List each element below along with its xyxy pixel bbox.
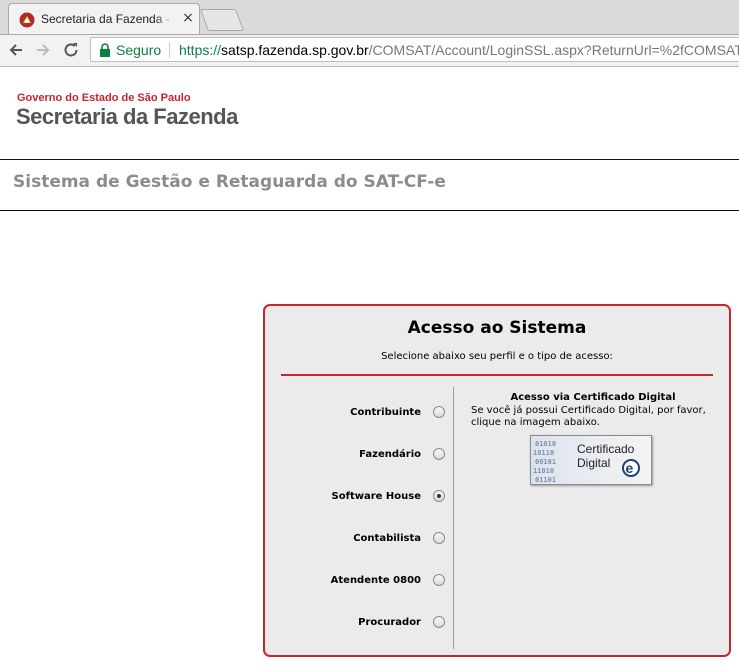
url-path: /COMSAT/Account/LoginSSL.aspx?ReturnUrl=… <box>368 42 739 58</box>
address-bar[interactable]: Seguro https://satsp.fazenda.sp.gov.br/C… <box>90 37 739 62</box>
profile-label: Contabilista <box>353 533 421 544</box>
certificate-description: Se você já possui Certificado Digital, p… <box>471 405 706 428</box>
url-host: satsp.fazenda.sp.gov.br <box>221 42 369 58</box>
browser-toolbar: Seguro https://satsp.fazenda.sp.gov.br/C… <box>0 35 739 67</box>
login-title: Acesso ao Sistema <box>407 318 587 338</box>
header-divider-top <box>0 159 739 160</box>
profile-radio[interactable] <box>433 574 445 586</box>
profile-radio[interactable] <box>433 532 445 544</box>
forward-arrow-icon[interactable] <box>33 40 53 60</box>
certificate-heading: Acesso via Certificado Digital <box>510 392 676 403</box>
profile-option-contabilista[interactable]: Contabilista <box>265 532 445 548</box>
profile-radio[interactable] <box>433 448 445 460</box>
profile-label: Software House <box>331 491 421 502</box>
certificate-button-badge: e <box>626 460 634 476</box>
profile-radio[interactable] <box>433 490 445 502</box>
new-tab-button[interactable] <box>199 9 245 31</box>
profile-radio[interactable] <box>433 406 445 418</box>
profile-option-software-house[interactable]: Software House <box>265 490 445 506</box>
login-panel: Acesso ao Sistema Selecione abaixo seu p… <box>263 304 731 657</box>
secure-label[interactable]: Seguro <box>116 42 161 58</box>
profile-label: Fazendário <box>359 449 421 460</box>
tab-close-icon[interactable]: × <box>181 10 195 26</box>
svg-text:00101: 00101 <box>535 458 556 466</box>
url-scheme: https:// <box>179 42 222 58</box>
svg-text:11010: 11010 <box>533 467 554 475</box>
profile-option-procurador[interactable]: Procurador <box>265 616 445 632</box>
svg-text:01010: 01010 <box>535 440 556 448</box>
lock-icon[interactable] <box>99 43 111 57</box>
digital-certificate-button[interactable]: 01010 10110 00101 11010 01101 Certificad… <box>530 435 652 485</box>
url-text[interactable]: https://satsp.fazenda.sp.gov.br/COMSAT/A… <box>179 42 739 58</box>
panel-divider-line <box>281 374 713 376</box>
digital-certificate-logo-icon: 01010 10110 00101 11010 01101 Certificad… <box>531 436 651 484</box>
back-arrow-icon[interactable] <box>6 40 26 60</box>
government-name: Governo do Estado de São Paulo <box>17 92 191 104</box>
browser-tab-strip: Secretaria da Fazenda - Gov × <box>0 0 739 35</box>
svg-text:10110: 10110 <box>533 449 554 457</box>
profile-option-fazendario[interactable]: Fazendário <box>265 448 445 464</box>
profile-label: Atendente 0800 <box>330 575 421 586</box>
certificate-button-line1: Certificado <box>577 442 635 456</box>
profile-option-contribuinte[interactable]: Contribuinte <box>265 406 445 422</box>
sefaz-favicon-icon <box>19 12 35 28</box>
panel-column-divider <box>453 387 454 649</box>
login-subtitle: Selecione abaixo seu perfil e o tipo de … <box>381 351 613 362</box>
svg-text:01101: 01101 <box>535 476 556 484</box>
profile-option-atendente-0800[interactable]: Atendente 0800 <box>265 574 445 590</box>
system-title: Sistema de Gestão e Retaguarda do SAT-CF… <box>13 172 446 192</box>
reload-icon[interactable] <box>61 40 81 60</box>
browser-tab[interactable]: Secretaria da Fazenda - Gov × <box>8 3 200 34</box>
certificate-button-line2: Digital <box>577 456 610 470</box>
profile-label: Contribuinte <box>350 407 421 418</box>
secretariat-name: Secretaria da Fazenda <box>16 104 238 129</box>
tab-title: Secretaria da Fazenda - Gov <box>41 12 175 26</box>
profile-label: Procurador <box>358 617 421 628</box>
profile-radio[interactable] <box>433 616 445 628</box>
address-separator <box>169 42 170 58</box>
header-divider-bottom <box>0 210 739 211</box>
